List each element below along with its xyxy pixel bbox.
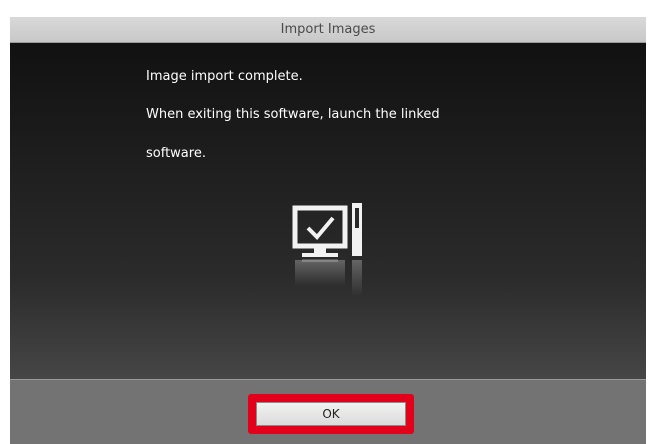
message-line-1: Image import complete. <box>146 69 303 84</box>
ok-button[interactable]: OK <box>256 402 406 426</box>
message-line-2: When exiting this software, launch the l… <box>146 107 440 122</box>
dialog-content: Image import complete. When exiting this… <box>10 43 646 380</box>
computer-check-icon <box>289 196 379 316</box>
dialog-footer: OK <box>10 380 646 444</box>
ok-button-highlight: OK <box>248 394 414 434</box>
import-images-dialog: Import Images Image import complete. Whe… <box>10 17 646 444</box>
dialog-title: Import Images <box>10 17 646 43</box>
message-line-3: software. <box>146 146 206 161</box>
